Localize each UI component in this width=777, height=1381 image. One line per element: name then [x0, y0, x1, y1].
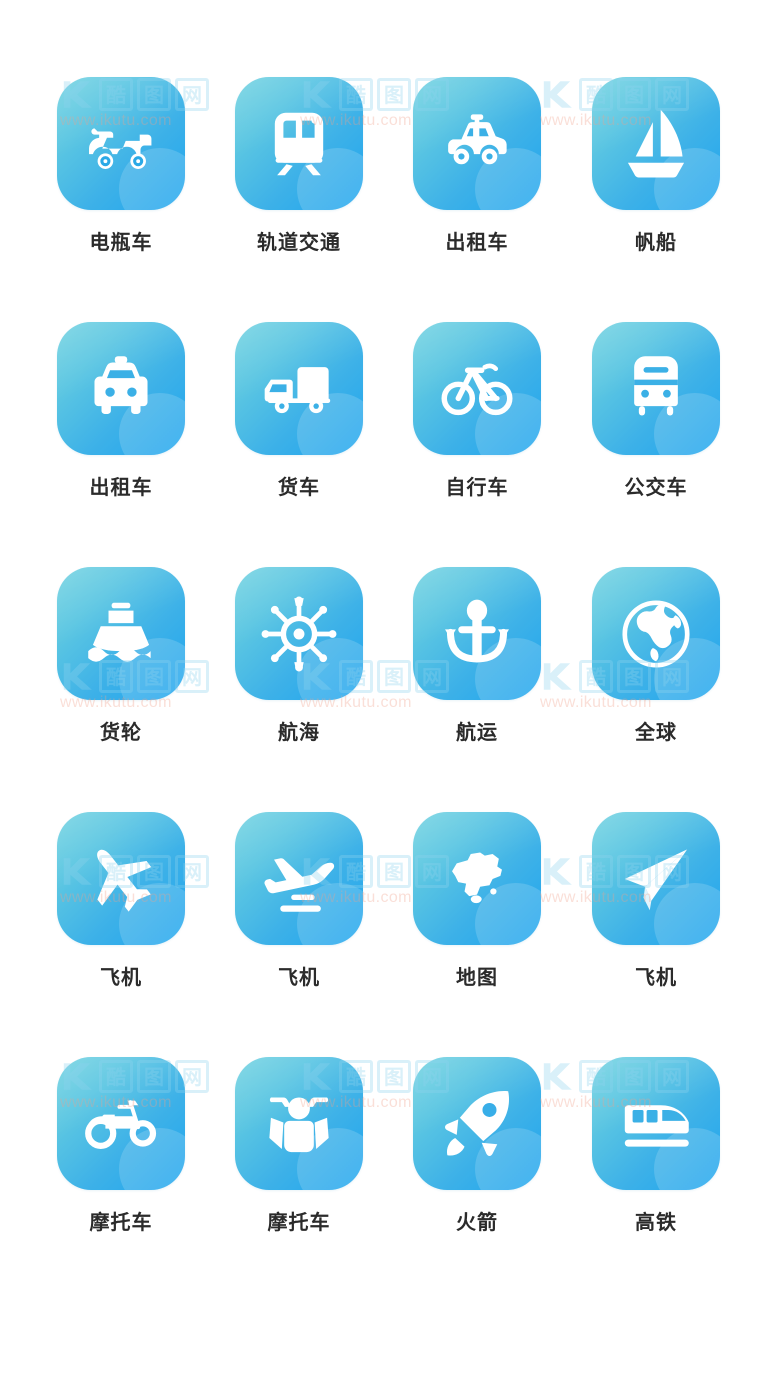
- icon-tile[interactable]: [57, 1057, 185, 1190]
- globe-icon: [592, 567, 720, 700]
- icon-label: 高铁: [635, 1210, 677, 1234]
- icon-tile[interactable]: [592, 322, 720, 455]
- icon-set-board: 电瓶车 轨道交通 出租车 帆船 出租车 货车 自行车 公交车 货轮 航海 航运 …: [0, 0, 777, 1381]
- icon-label: 飞机: [278, 965, 320, 989]
- icon-tile[interactable]: [235, 322, 363, 455]
- truck-icon: [235, 322, 363, 455]
- icon-cell[interactable]: 航海: [235, 567, 363, 742]
- icon-label: 航海: [278, 720, 320, 744]
- icon-label: 航运: [456, 720, 498, 744]
- icon-tile[interactable]: [57, 322, 185, 455]
- icon-label: 电瓶车: [89, 230, 153, 254]
- icon-cell[interactable]: 货轮: [57, 567, 185, 742]
- icon-label: 出租车: [445, 230, 509, 254]
- icon-tile[interactable]: [413, 812, 541, 945]
- icon-label: 出租车: [89, 475, 153, 499]
- icon-tile[interactable]: [413, 77, 541, 210]
- icon-label: 全球: [635, 720, 677, 744]
- sailboat-icon: [592, 77, 720, 210]
- icon-label: 飞机: [100, 965, 142, 989]
- icon-label: 地图: [456, 965, 498, 989]
- icon-tile[interactable]: [235, 567, 363, 700]
- taxi-side-icon: [413, 77, 541, 210]
- icon-cell[interactable]: 公交车: [592, 322, 720, 497]
- icon-cell[interactable]: 轨道交通: [235, 77, 363, 252]
- icon-label: 自行车: [445, 475, 509, 499]
- china-map-icon: [413, 812, 541, 945]
- icon-tile[interactable]: [413, 567, 541, 700]
- icon-label: 公交车: [624, 475, 688, 499]
- taxi-front-icon: [57, 322, 185, 455]
- paper-plane-icon: [592, 812, 720, 945]
- icon-label: 轨道交通: [257, 230, 341, 254]
- motorcycle-side-icon: [57, 1057, 185, 1190]
- icon-cell[interactable]: 航运: [413, 567, 541, 742]
- cargo-ship-icon: [57, 567, 185, 700]
- airplane-takeoff-icon: [235, 812, 363, 945]
- icon-tile[interactable]: [235, 812, 363, 945]
- icon-cell[interactable]: 飞机: [592, 812, 720, 987]
- icon-cell[interactable]: 自行车: [413, 322, 541, 497]
- icon-cell[interactable]: 电瓶车: [57, 77, 185, 252]
- icon-tile[interactable]: [592, 567, 720, 700]
- icon-tile[interactable]: [592, 812, 720, 945]
- icon-cell[interactable]: 地图: [413, 812, 541, 987]
- icon-cell[interactable]: 高铁: [592, 1057, 720, 1232]
- icon-tile[interactable]: [592, 1057, 720, 1190]
- icon-cell[interactable]: 摩托车: [57, 1057, 185, 1232]
- icon-tile[interactable]: [57, 567, 185, 700]
- motorcycle-front-icon: [235, 1057, 363, 1190]
- rocket-icon: [413, 1057, 541, 1190]
- icon-label: 摩托车: [267, 1210, 331, 1234]
- anchor-icon: [413, 567, 541, 700]
- icon-cell[interactable]: 货车: [235, 322, 363, 497]
- icon-label: 货轮: [100, 720, 142, 744]
- icon-label: 帆船: [635, 230, 677, 254]
- bicycle-icon: [413, 322, 541, 455]
- high-speed-train-icon: [592, 1057, 720, 1190]
- ship-wheel-icon: [235, 567, 363, 700]
- icon-label: 火箭: [456, 1210, 498, 1234]
- scooter-icon: [57, 77, 185, 210]
- icon-label: 摩托车: [89, 1210, 153, 1234]
- icon-label: 货车: [278, 475, 320, 499]
- icon-cell[interactable]: 出租车: [413, 77, 541, 252]
- icon-tile[interactable]: [592, 77, 720, 210]
- icon-label: 飞机: [635, 965, 677, 989]
- icon-tile[interactable]: [235, 77, 363, 210]
- icon-tile[interactable]: [413, 322, 541, 455]
- icon-cell[interactable]: 飞机: [57, 812, 185, 987]
- icon-cell[interactable]: 飞机: [235, 812, 363, 987]
- metro-train-icon: [235, 77, 363, 210]
- icon-tile[interactable]: [235, 1057, 363, 1190]
- icon-cell[interactable]: 火箭: [413, 1057, 541, 1232]
- icon-cell[interactable]: 全球: [592, 567, 720, 742]
- icon-cell[interactable]: 帆船: [592, 77, 720, 252]
- icon-tile[interactable]: [57, 812, 185, 945]
- bus-icon: [592, 322, 720, 455]
- icon-tile[interactable]: [57, 77, 185, 210]
- icon-grid: 电瓶车 轨道交通 出租车 帆船 出租车 货车 自行车 公交车 货轮 航海 航运 …: [0, 0, 777, 1381]
- icon-cell[interactable]: 出租车: [57, 322, 185, 497]
- icon-tile[interactable]: [413, 1057, 541, 1190]
- airplane-diagonal-icon: [57, 812, 185, 945]
- icon-cell[interactable]: 摩托车: [235, 1057, 363, 1232]
